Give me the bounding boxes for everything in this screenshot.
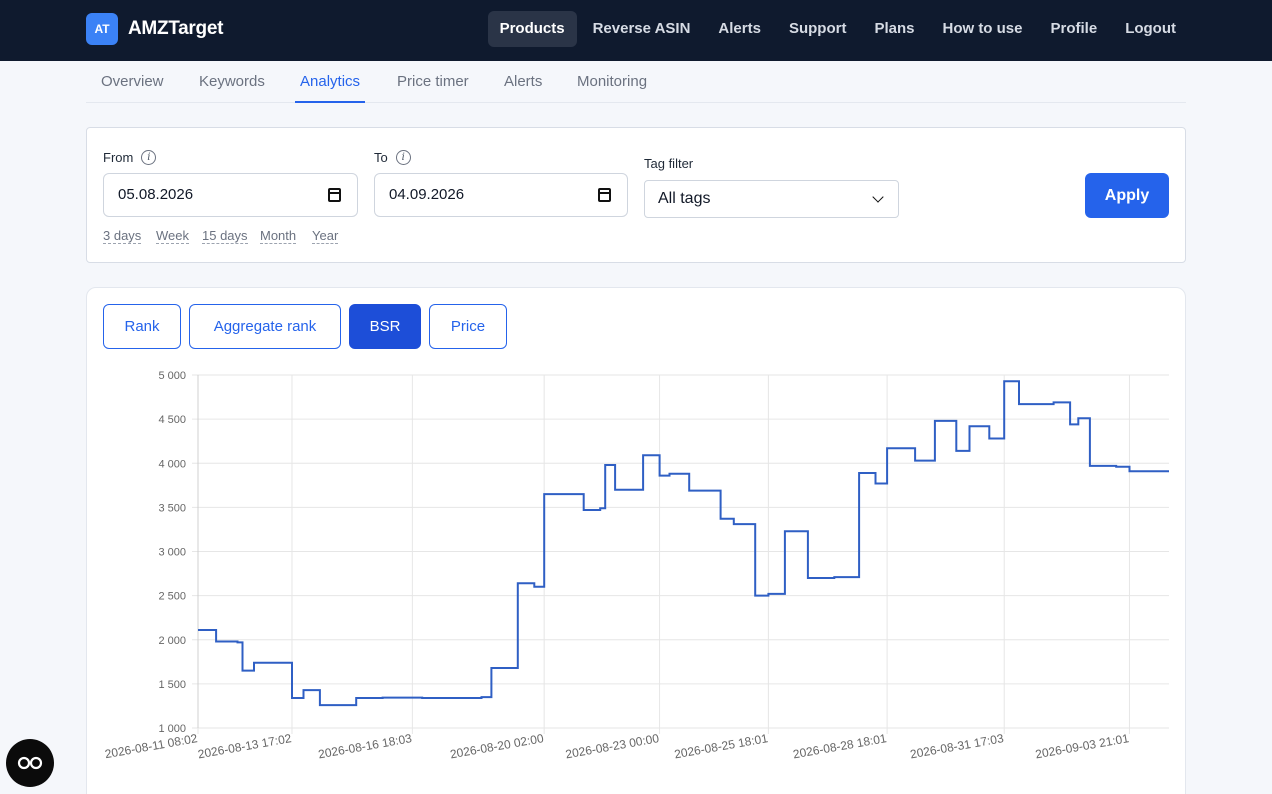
- glasses-icon: [17, 756, 43, 770]
- y-tick-label: 3 000: [158, 547, 186, 559]
- x-tick-label: 2026-08-20 02:00: [449, 731, 545, 761]
- y-tick-label: 4 000: [158, 458, 186, 470]
- x-tick-label: 2026-08-16 18:03: [317, 731, 413, 761]
- y-tick-label: 2 000: [158, 635, 186, 647]
- y-tick-label: 4 500: [158, 414, 186, 426]
- y-tick-label: 1 500: [158, 679, 186, 691]
- x-tick-label: 2026-08-28 18:01: [792, 731, 888, 761]
- bsr-series-line: [198, 380, 1169, 707]
- floating-widget-button[interactable]: [6, 739, 54, 787]
- bsr-chart: 1 0001 5002 0002 5003 0003 5004 0004 500…: [104, 370, 1169, 761]
- y-tick-label: 5 000: [158, 370, 186, 382]
- x-tick-label: 2026-08-31 17:03: [909, 731, 1005, 761]
- x-tick-label: 2026-08-23 00:00: [564, 731, 660, 761]
- x-tick-label: 2026-08-13 17:02: [197, 731, 293, 761]
- x-tick-label: 2026-08-11 08:02: [104, 731, 199, 761]
- x-tick-label: 2026-09-03 21:01: [1034, 731, 1130, 761]
- y-tick-label: 3 500: [158, 502, 186, 514]
- y-tick-label: 2 500: [158, 591, 186, 603]
- x-tick-label: 2026-08-25 18:01: [673, 731, 769, 761]
